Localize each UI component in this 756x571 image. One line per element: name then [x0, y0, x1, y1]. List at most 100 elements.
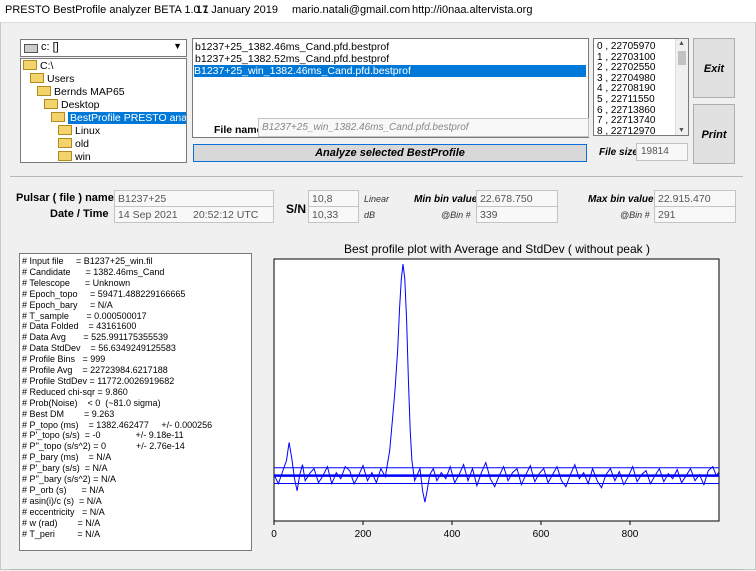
info-line: # eccentricity = N/A	[22, 506, 105, 517]
info-line: # Candidate = 1382.46ms_Cand	[22, 266, 165, 277]
scroll-up-icon[interactable]: ▲	[678, 40, 685, 47]
profile-info-box[interactable]: # Input file = B1237+25_win.fil # Candida…	[19, 253, 252, 551]
drive-select[interactable]: c: [] ▼	[20, 39, 187, 57]
directory-item[interactable]: old	[58, 138, 89, 151]
folder-icon	[58, 151, 72, 161]
file-name-field: B1237+25_win_1382.46ms_Cand.pfd.bestprof	[258, 118, 589, 137]
x-tick-label: 800	[622, 529, 639, 540]
author-email: mario.natali@gmail.com	[292, 4, 411, 16]
info-line: # Telescope = Unknown	[22, 277, 131, 288]
analyze-button[interactable]: Analyze selected BestProfile	[193, 144, 587, 162]
min-bin-label: Min bin value	[414, 194, 478, 205]
bin-value-item[interactable]: 7 , 22713740	[597, 115, 655, 126]
info-line: # P_orb (s) = N/A	[22, 484, 105, 495]
chevron-down-icon[interactable]: ▼	[173, 41, 182, 51]
pulsar-name-value: B1237+25	[118, 193, 167, 205]
file-name-value: B1237+25_win_1382.46ms_Cand.pfd.bestprof	[262, 122, 469, 133]
bin-values-list[interactable]: 9 , 227140108 , 227129707 , 227137406 , …	[593, 38, 689, 136]
author-url: http://i0naa.altervista.org	[412, 4, 533, 16]
datetime-field: 14 Sep 2021 20:52:12 UTC	[114, 206, 274, 223]
bin-value-item[interactable]: 0 , 22705970	[597, 41, 655, 52]
divider	[10, 176, 743, 177]
max-bin-at-label: @Bin #	[620, 210, 650, 220]
app-title: PRESTO BestProfile analyzer BETA 1.0.1	[5, 4, 209, 16]
title-bar: PRESTO BestProfile analyzer BETA 1.0.1 1…	[0, 0, 756, 23]
folder-icon	[51, 112, 65, 122]
sn-linear-field: 10,8	[308, 190, 359, 207]
directory-label: Linux	[75, 125, 101, 137]
chart-title: Best profile plot with Average and StdDe…	[344, 242, 650, 256]
scroll-thumb[interactable]	[678, 51, 686, 65]
folder-icon	[23, 60, 37, 70]
file-item[interactable]: b1237+25_1382.52ms_Cand.pfd.bestprof	[195, 53, 389, 65]
bin-value-item[interactable]: 6 , 22713860	[597, 105, 655, 116]
bin-value-item[interactable]: 5 , 22711550	[597, 94, 655, 105]
sn-label: S/N	[286, 202, 307, 216]
directory-item[interactable]: Desktop	[44, 99, 100, 112]
info-line: # T_peri = N/A	[22, 528, 101, 539]
info-line: # P'_bary (s/s) = N/A	[22, 463, 108, 474]
file-name-label: File name	[214, 124, 263, 136]
datetime-label: Date / Time	[50, 208, 109, 220]
x-tick-label: 600	[533, 529, 550, 540]
directory-item[interactable]: Bernds MAP65	[37, 86, 125, 99]
directory-item[interactable]: C:\	[23, 60, 53, 73]
bin-value-item[interactable]: 8 , 22712970	[597, 126, 655, 135]
scrollbar[interactable]: ▲ ▼	[675, 39, 688, 135]
max-bin-index-field: 291	[654, 206, 736, 223]
info-line: # asin(i)/c (s) = N/A	[22, 495, 102, 506]
file-size-field: 19814	[636, 143, 688, 161]
directory-label: Bernds MAP65	[54, 86, 125, 98]
info-line: # P_topo (ms) = 1382.462477 +/- 0.000256	[22, 419, 213, 430]
file-size-value: 19814	[641, 146, 669, 157]
directory-label: win	[75, 151, 91, 163]
app-date: 17 January 2019	[196, 4, 278, 16]
sn-db-value: 10,33	[312, 209, 339, 221]
folder-icon	[44, 99, 58, 109]
directory-list[interactable]: C:\ Users Bernds MAP65 Desktop BestProfile P…	[20, 58, 187, 163]
bottom-divider	[10, 569, 743, 570]
min-bin-field: 22.678.750	[476, 190, 558, 207]
info-line: # Data StdDev = 56.6349249125583	[22, 343, 176, 354]
max-bin-field: 22.915.470	[654, 190, 736, 207]
directory-label: C:\	[40, 60, 54, 72]
print-button[interactable]: Print	[693, 104, 735, 164]
exit-button[interactable]: Exit	[693, 38, 735, 98]
info-line: # Best DM = 9.263	[22, 408, 115, 419]
directory-label: BestProfile PRESTO analyzer 1.0.1.e	[68, 112, 186, 124]
directory-item[interactable]: win	[58, 151, 91, 163]
pulsar-name-field: B1237+25	[114, 190, 274, 207]
sn-db-field: 10,33	[308, 206, 359, 223]
file-item[interactable]: B1237+25_win_1382.46ms_Cand.pfd.bestprof	[194, 65, 586, 77]
file-item[interactable]: b1237+25_1382.46ms_Cand.pfd.bestprof	[195, 41, 389, 53]
directory-item[interactable]: Users	[30, 73, 74, 86]
scroll-down-icon[interactable]: ▼	[678, 127, 685, 134]
directory-label: Desktop	[61, 99, 100, 111]
bin-value-item[interactable]: 1 , 22703100	[597, 52, 655, 63]
min-bin-at-label: @Bin #	[441, 210, 471, 220]
info-line: # w (rad) = N/A	[22, 517, 101, 528]
info-line: # Data Folded = 43161600	[22, 321, 137, 332]
info-line: # Epoch_topo = 59471.488229166665	[22, 288, 186, 299]
folder-icon	[58, 138, 72, 148]
sn-linear-value: 10,8	[312, 193, 333, 205]
info-line: # P_bary (ms) = N/A	[22, 452, 112, 463]
info-line: # Profile Avg = 22723984.6217188	[22, 365, 168, 375]
min-bin-value: 22.678.750	[480, 193, 533, 205]
bin-value-item[interactable]: 2 , 22702550	[597, 62, 655, 73]
bin-value-item[interactable]: 4 , 22708190	[597, 83, 655, 94]
info-line: # T_sample = 0.000500017	[22, 310, 147, 321]
time-value: 20:52:12 UTC	[193, 209, 259, 221]
max-bin-label: Max bin value	[588, 194, 654, 205]
info-line: # P''_topo (s/s^2) = 0 +/- 2.76e-14	[22, 441, 185, 452]
directory-item[interactable]: BestProfile PRESTO analyzer 1.0.1.e	[51, 112, 186, 125]
max-bin-value: 22.915.470	[658, 193, 711, 205]
pulsar-name-label: Pulsar ( file ) name	[16, 192, 114, 204]
directory-item[interactable]: Linux	[58, 125, 100, 138]
sn-db-label: dB	[364, 210, 376, 220]
min-bin-index: 339	[480, 209, 498, 221]
info-line: # Prob(Noise) < 0 (~81.0 sigma)	[22, 397, 161, 408]
bin-value-item[interactable]: 3 , 22704980	[597, 73, 655, 84]
folder-icon	[37, 86, 51, 96]
info-line: # Profile Bins = 999	[22, 354, 106, 365]
